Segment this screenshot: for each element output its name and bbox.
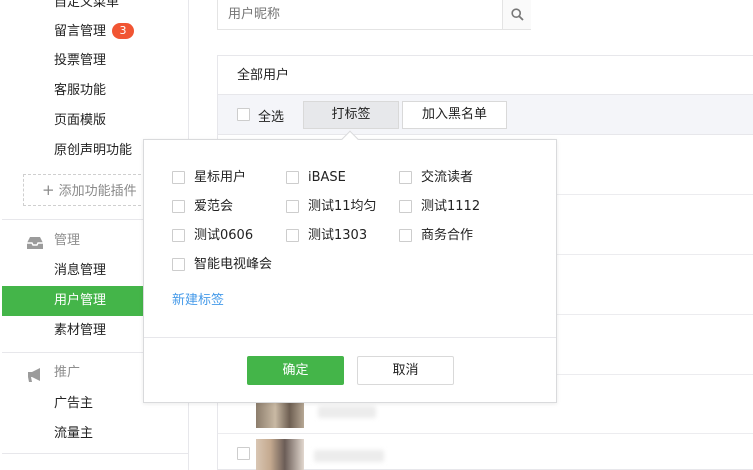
tag-label: 测试1112 (421, 199, 481, 214)
sidebar-item-customer-service[interactable]: 客服功能 (0, 76, 189, 106)
user-nickname (314, 450, 384, 462)
tag-label: 商务合作 (421, 228, 474, 243)
sidebar-item-label: 页面模版 (54, 113, 107, 128)
sidebar-item-label: 消息管理 (54, 263, 107, 278)
sidebar-item-votes[interactable]: 投票管理 (0, 46, 189, 76)
blacklist-button[interactable]: 加入黑名单 (402, 101, 507, 129)
tag-label: 测试0606 (194, 228, 254, 243)
sidebar-item-label: 原创声明功能 (54, 143, 133, 158)
tag-checkbox[interactable] (286, 171, 299, 184)
tag-label: 星标用户 (194, 170, 247, 185)
plus-icon: + (42, 181, 55, 199)
sidebar-item-page-templates[interactable]: 页面模版 (0, 106, 189, 136)
panel-title: 全部用户 (218, 56, 753, 95)
row-divider (218, 433, 753, 434)
search-box (217, 0, 531, 30)
search-icon (511, 8, 524, 25)
sidebar-item-label: 用户管理 (54, 293, 107, 308)
tag-checkbox[interactable] (286, 200, 299, 213)
add-plugin-label: 添加功能插件 (58, 184, 137, 199)
sidebar-item-label: 留言管理 (54, 24, 107, 39)
tag-checkbox[interactable] (172, 171, 185, 184)
tag-checkbox[interactable] (172, 258, 185, 271)
tag-button[interactable]: 打标签 (303, 101, 399, 129)
row-checkbox[interactable] (237, 447, 250, 460)
new-tag-link[interactable]: 新建标签 (172, 289, 224, 308)
avatar (256, 439, 304, 470)
select-all-label: 全选 (258, 110, 285, 125)
user-toolbar: 全选 打标签 加入黑名单 (218, 95, 753, 135)
tag-checkbox[interactable] (172, 200, 185, 213)
tag-label: 交流读者 (421, 170, 474, 185)
popover-footer: 确定 取消 (144, 337, 556, 403)
confirm-button[interactable]: 确定 (247, 356, 344, 385)
cancel-button[interactable]: 取消 (357, 356, 454, 385)
search-button[interactable] (502, 0, 531, 29)
sidebar-item-label: 投票管理 (54, 53, 107, 68)
tag-popover: 星标用户 iBASE 交流读者 爱范会 测试11均匀 测试1112 测试0606… (143, 130, 557, 403)
sidebar-group-title: 推广 (54, 365, 81, 380)
tag-label: iBASE (308, 170, 346, 185)
tag-label: 测试11均匀 (308, 199, 377, 214)
sidebar-group-title: 管理 (54, 233, 81, 248)
sidebar-item-custom-menu[interactable]: 自定义菜单 (0, 0, 189, 18)
sidebar-item-label: 流量主 (54, 426, 94, 441)
sidebar-item-comments[interactable]: 留言管理 3 (0, 17, 189, 47)
sidebar-item-label: 素材管理 (54, 323, 107, 338)
tag-label: 测试1303 (308, 228, 368, 243)
user-nickname (318, 406, 376, 418)
sidebar-item-users[interactable]: 用户管理 (2, 286, 144, 316)
sidebar-item-label: 客服功能 (54, 83, 107, 98)
tag-checkbox[interactable] (172, 229, 185, 242)
inbox-icon (26, 233, 44, 249)
sidebar-item-publisher[interactable]: 流量主 (0, 419, 189, 449)
megaphone-icon (26, 365, 44, 382)
select-all-checkbox[interactable] (237, 108, 250, 121)
unread-count-badge: 3 (112, 23, 135, 39)
sidebar-divider (2, 453, 189, 454)
tag-checkbox[interactable] (399, 171, 412, 184)
tag-label: 智能电视峰会 (194, 257, 273, 272)
search-input[interactable] (218, 0, 500, 29)
sidebar-item-label: 广告主 (54, 396, 94, 411)
tag-checkbox[interactable] (399, 200, 412, 213)
sidebar-item-label: 自定义菜单 (54, 0, 120, 10)
tag-checkbox[interactable] (286, 229, 299, 242)
tag-label: 爱范会 (194, 199, 234, 214)
tag-checkbox[interactable] (399, 229, 412, 242)
